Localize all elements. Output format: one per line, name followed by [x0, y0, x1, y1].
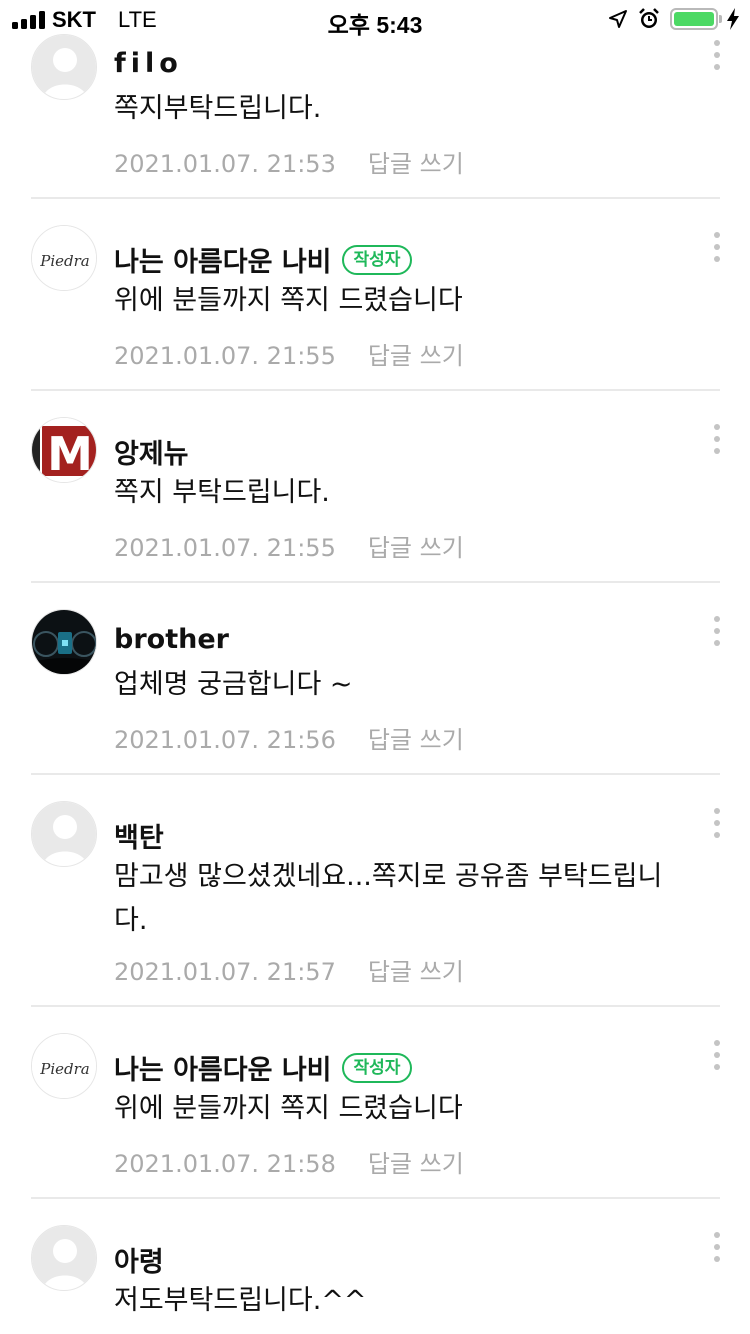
- comment-meta: 2021.01.07. 21:56 답글 쓰기: [114, 720, 464, 755]
- reply-button[interactable]: 답글 쓰기: [368, 958, 464, 986]
- comment-meta: 2021.01.07. 21:57 답글 쓰기: [114, 952, 464, 987]
- comment-author[interactable]: 나는 아름다운 나비 작성자: [114, 1048, 413, 1087]
- piedra-logo-avatar-icon[interactable]: Piedra: [31, 225, 97, 291]
- comment-meta: 2021.01.07. 21:55 답글 쓰기: [114, 336, 464, 371]
- author-name[interactable]: 아령: [114, 1240, 164, 1279]
- author-name[interactable]: 나는 아름다운 나비: [114, 1048, 332, 1087]
- reply-button[interactable]: 답글 쓰기: [368, 726, 464, 754]
- comment-author[interactable]: 나는 아름다운 나비 작성자: [114, 240, 413, 279]
- reply-button[interactable]: 답글 쓰기: [368, 150, 464, 178]
- more-options-icon[interactable]: [708, 1232, 726, 1268]
- comment-date: 2021.01.07. 21:55: [114, 534, 336, 562]
- divider: [31, 197, 720, 199]
- comment-text: 맘고생 많으셨겠네요...쪽지로 공유좀 부탁드립니다.: [114, 861, 663, 936]
- car-dashboard-avatar-icon[interactable]: [31, 609, 97, 675]
- comment-author[interactable]: filo: [114, 48, 183, 79]
- more-options-icon[interactable]: [708, 616, 726, 652]
- author-name[interactable]: 나는 아름다운 나비: [114, 240, 332, 279]
- more-options-icon[interactable]: [708, 40, 726, 76]
- more-options-icon[interactable]: [708, 424, 726, 460]
- author-badge: 작성자: [341, 244, 413, 275]
- comment-date: 2021.01.07. 21:58: [114, 1150, 336, 1178]
- alarm-clock-icon: [638, 8, 660, 36]
- status-bar: SKT LTE 오후 5:43: [0, 0, 750, 40]
- comment-author[interactable]: 앙제뉴: [114, 432, 189, 471]
- svg-text:M: M: [47, 427, 93, 481]
- author-name[interactable]: filo: [114, 48, 183, 79]
- charging-bolt-icon: [726, 8, 740, 36]
- svg-text:Piedra: Piedra: [39, 252, 89, 270]
- comment-text: 쪽지 부탁드립니다.: [114, 477, 330, 508]
- reply-button[interactable]: 답글 쓰기: [368, 342, 464, 370]
- piedra-logo-avatar-icon[interactable]: Piedra: [31, 1033, 97, 1099]
- divider: [31, 1197, 720, 1199]
- comment-author[interactable]: 아령: [114, 1240, 164, 1279]
- divider: [31, 1005, 720, 1007]
- comment-text: 업체명 궁금합니다 ~: [114, 669, 353, 700]
- location-arrow-icon: [608, 9, 628, 35]
- divider: [31, 773, 720, 775]
- more-options-icon[interactable]: [708, 1040, 726, 1076]
- default-avatar-icon[interactable]: [31, 1225, 97, 1291]
- default-avatar-icon[interactable]: [31, 34, 97, 100]
- author-name[interactable]: brother: [114, 624, 229, 655]
- author-name[interactable]: 앙제뉴: [114, 432, 189, 471]
- comment-text: 위에 분들까지 쪽지 드렸습니다: [114, 1093, 463, 1124]
- comment-text: 위에 분들까지 쪽지 드렸습니다: [114, 285, 463, 316]
- comment-meta: 2021.01.07. 21:55 답글 쓰기: [114, 528, 464, 563]
- more-options-icon[interactable]: [708, 808, 726, 844]
- m-logo-avatar-icon[interactable]: M: [31, 417, 97, 483]
- divider: [31, 389, 720, 391]
- svg-text:Piedra: Piedra: [39, 1060, 89, 1078]
- comment-date: 2021.01.07. 21:55: [114, 342, 336, 370]
- comment-text: 쪽지부탁드립니다.: [114, 93, 322, 124]
- author-badge: 작성자: [341, 1052, 413, 1083]
- comment-author[interactable]: 백탄: [114, 816, 164, 855]
- more-options-icon[interactable]: [708, 232, 726, 268]
- reply-button[interactable]: 답글 쓰기: [368, 1150, 464, 1178]
- comment-meta: 2021.01.07. 21:53 답글 쓰기: [114, 144, 464, 179]
- default-avatar-icon[interactable]: [31, 801, 97, 867]
- divider: [31, 581, 720, 583]
- author-name[interactable]: 백탄: [114, 816, 164, 855]
- comment-date: 2021.01.07. 21:57: [114, 958, 336, 986]
- battery-icon: [670, 8, 718, 30]
- battery-tip: [719, 15, 722, 23]
- comment-date: 2021.01.07. 21:53: [114, 150, 336, 178]
- comment-date: 2021.01.07. 21:56: [114, 726, 336, 754]
- comment-text: 저도부탁드립니다.^^: [114, 1285, 367, 1316]
- comment-meta: 2021.01.07. 21:58 답글 쓰기: [114, 1144, 464, 1179]
- reply-button[interactable]: 답글 쓰기: [368, 534, 464, 562]
- comment-author[interactable]: brother: [114, 624, 229, 655]
